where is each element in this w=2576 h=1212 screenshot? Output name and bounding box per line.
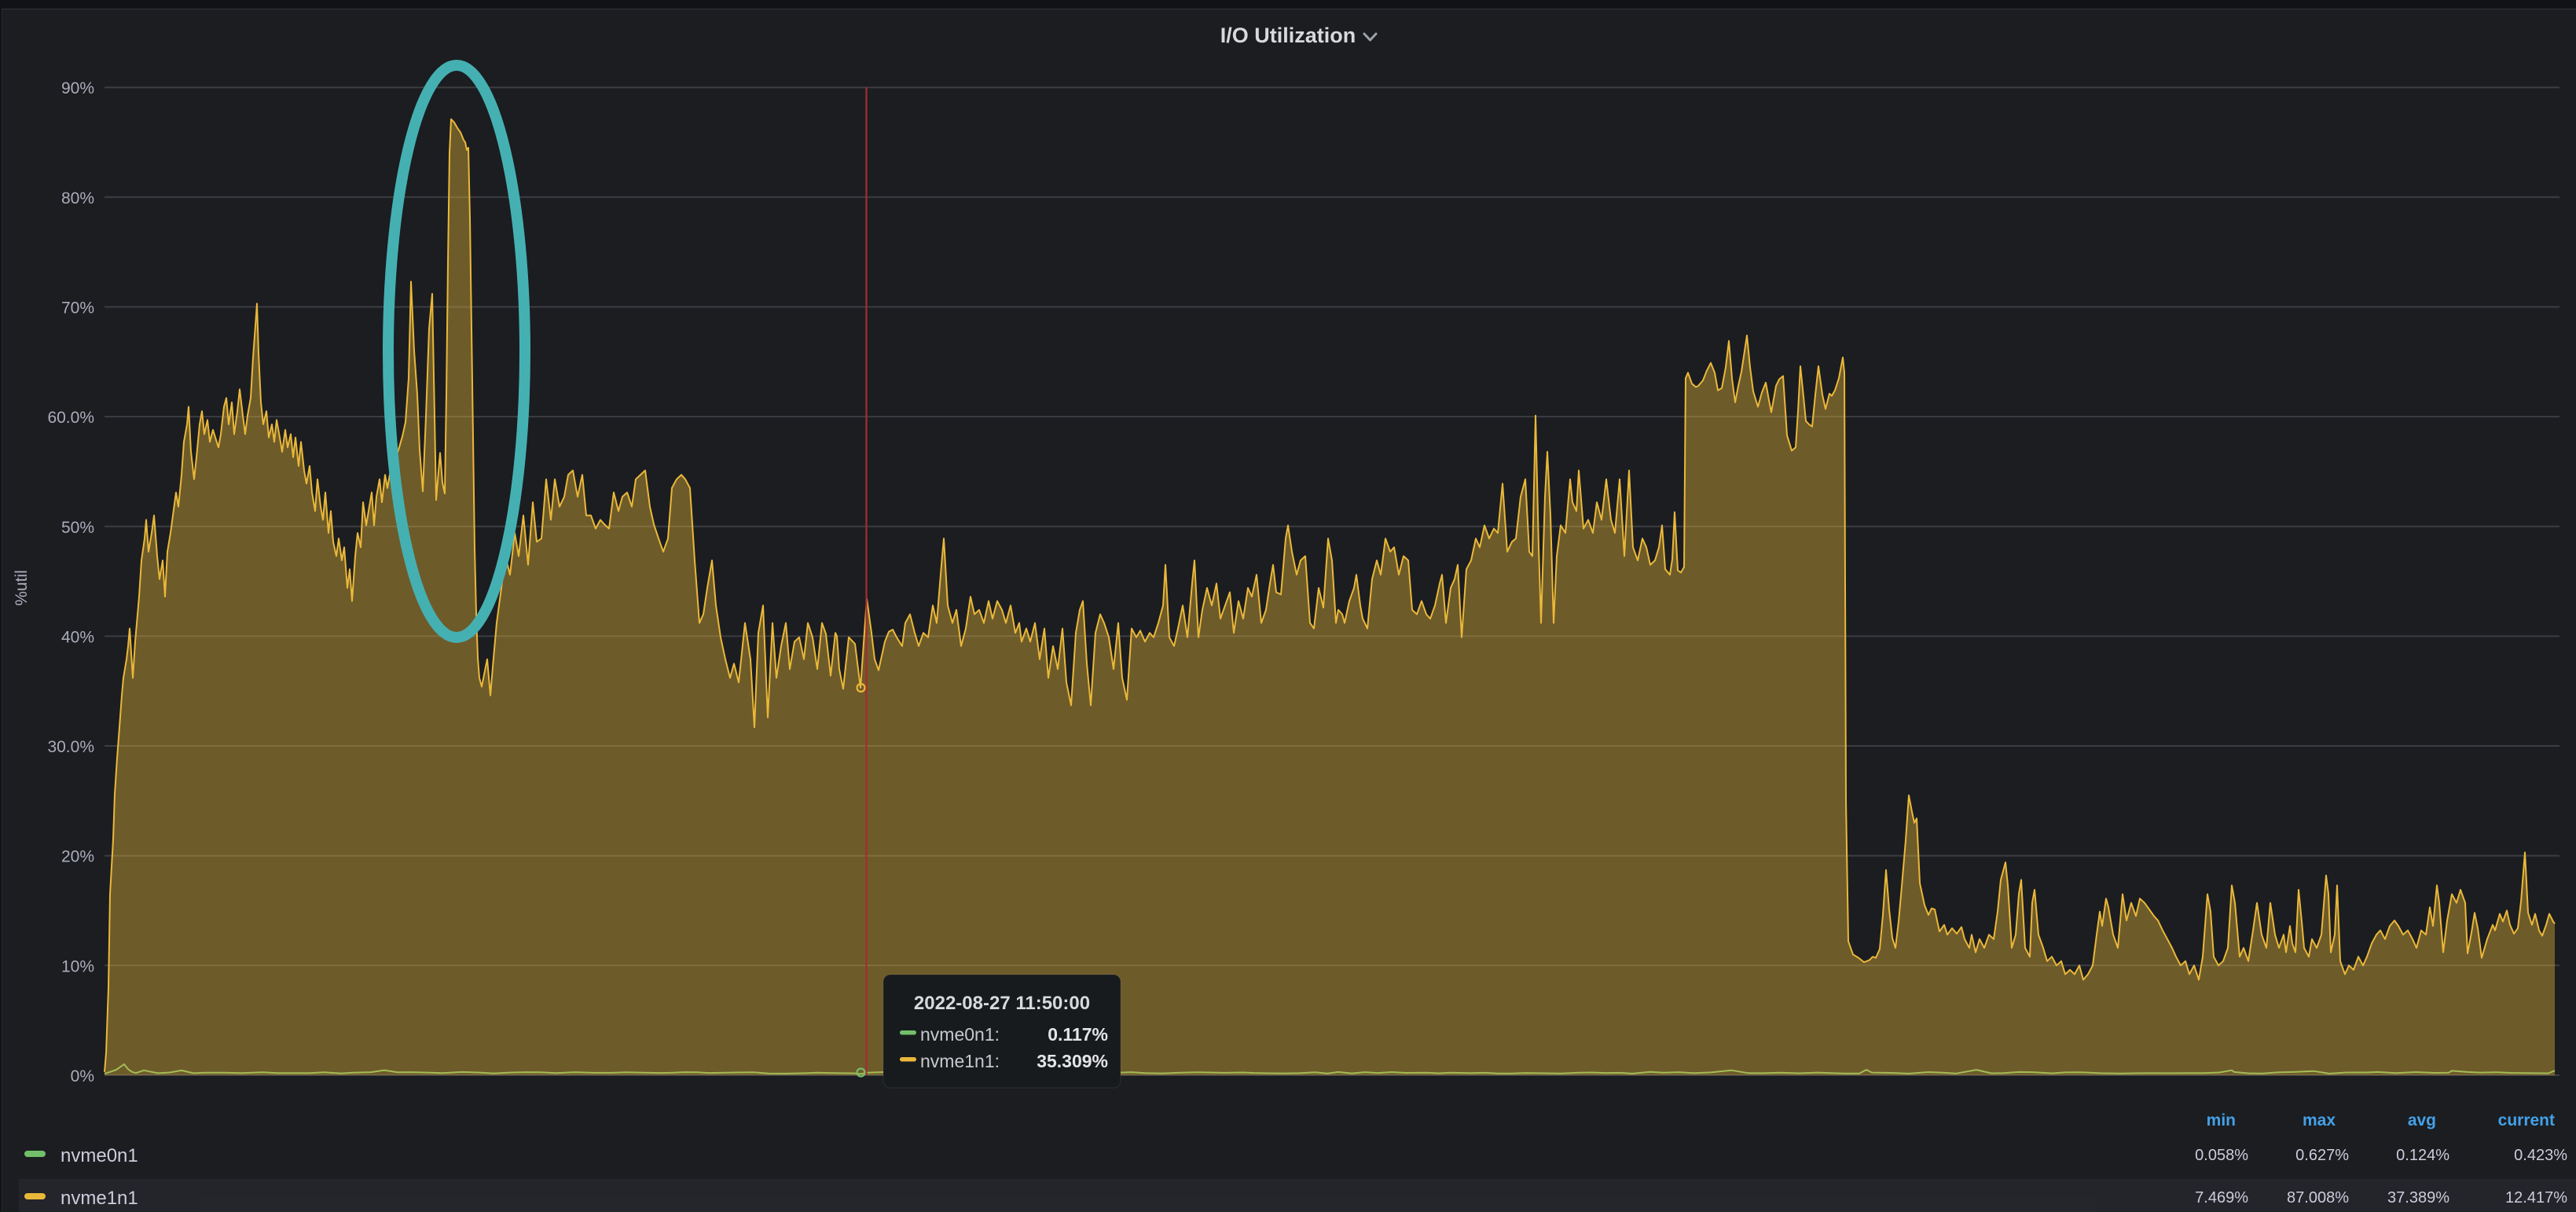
svg-text:7.469%: 7.469% (2195, 1189, 2248, 1206)
svg-text:2022-08-27 11:50:00: 2022-08-27 11:50:00 (914, 993, 1090, 1014)
svg-text:nvme0n1:: nvme0n1: (920, 1024, 1000, 1045)
svg-text:0.124%: 0.124% (2396, 1147, 2449, 1164)
svg-text:90%: 90% (61, 79, 94, 97)
svg-text:35.309%: 35.309% (1037, 1051, 1108, 1071)
svg-text:nvme0n1: nvme0n1 (61, 1145, 138, 1166)
svg-text:20%: 20% (61, 848, 94, 866)
svg-text:0.627%: 0.627% (2295, 1147, 2349, 1164)
svg-text:0.117%: 0.117% (1048, 1024, 1108, 1045)
svg-text:nvme1n1:: nvme1n1: (920, 1051, 1000, 1071)
svg-text:10%: 10% (61, 957, 94, 975)
svg-text:37.389%: 37.389% (2387, 1189, 2449, 1206)
svg-text:0.058%: 0.058% (2195, 1147, 2248, 1164)
svg-text:max: max (2303, 1111, 2336, 1129)
svg-text:60.0%: 60.0% (47, 409, 94, 427)
svg-text:30.0%: 30.0% (47, 738, 94, 756)
svg-text:70%: 70% (61, 299, 94, 318)
svg-text:min: min (2207, 1111, 2236, 1129)
svg-text:current: current (2498, 1111, 2555, 1129)
svg-text:0.423%: 0.423% (2514, 1147, 2567, 1164)
svg-text:0%: 0% (71, 1067, 94, 1085)
svg-text:87.008%: 87.008% (2287, 1189, 2349, 1206)
svg-text:50%: 50% (61, 519, 94, 537)
svg-text:avg: avg (2408, 1111, 2436, 1129)
svg-text:nvme1n1: nvme1n1 (61, 1188, 138, 1209)
svg-text:80%: 80% (61, 189, 94, 208)
svg-text:40%: 40% (61, 628, 94, 646)
svg-text:12.417%: 12.417% (2505, 1189, 2567, 1206)
svg-text:I/O Utilization: I/O Utilization (1220, 24, 1356, 47)
svg-text:%util: %util (13, 570, 31, 606)
